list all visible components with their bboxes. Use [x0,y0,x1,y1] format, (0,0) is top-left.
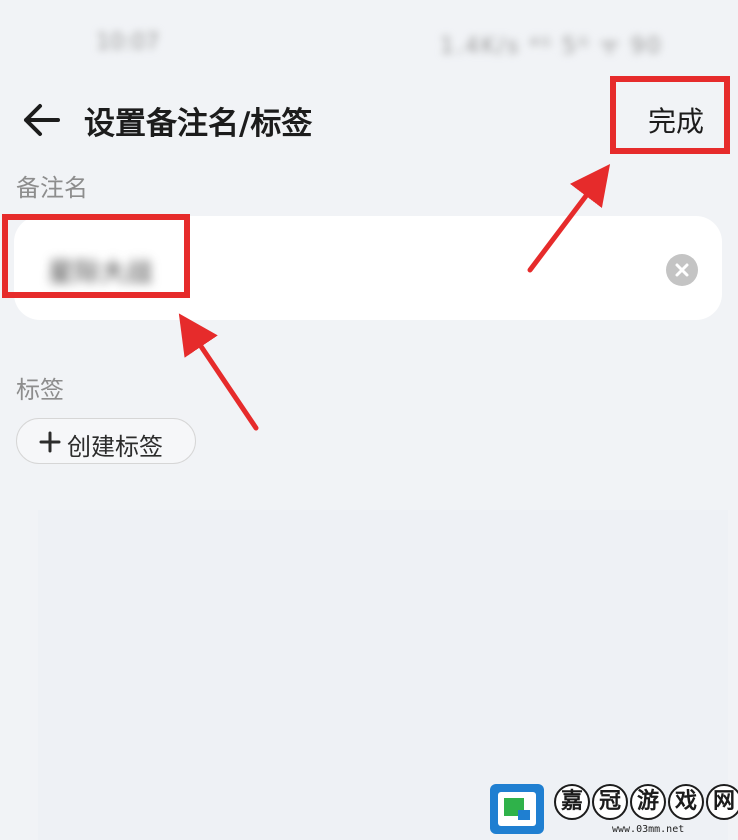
back-arrow-icon [24,104,60,136]
create-tag-button[interactable]: 创建标签 [16,418,196,464]
watermark-char: 网 [706,784,738,820]
plus-icon [39,431,61,453]
remark-name-value[interactable]: 星际大战 [48,252,152,289]
watermark-char: 冠 [592,784,628,820]
status-bar: 10:07 1.4K/s ⁴ᴳ 5ᴳ ᯤ 90 [0,0,738,80]
page-title: 设置备注名/标签 [84,106,313,142]
done-button[interactable]: 完成 [648,100,704,140]
site-logo-icon [490,784,544,834]
watermark-char: 游 [630,784,666,820]
tag-section-label: 标签 [16,376,64,404]
watermark-chars: 嘉 冠 游 戏 网 [554,784,738,820]
watermark-url: www.03mm.net [612,824,685,835]
status-time: 10:07 [96,30,160,55]
watermark: 嘉 冠 游 戏 网 www.03mm.net [488,778,738,840]
clear-circle-icon [675,263,689,277]
clear-button[interactable] [666,254,698,286]
create-tag-label: 创建标签 [67,433,163,461]
header: 设置备注名/标签 完成 [0,80,738,160]
status-icons: 1.4K/s ⁴ᴳ 5ᴳ ᯤ 90 [440,34,663,59]
back-button[interactable] [18,96,66,144]
remark-section-label: 备注名 [16,174,88,202]
watermark-char: 嘉 [554,784,590,820]
watermark-char: 戏 [668,784,704,820]
arrow-to-remark [178,313,259,431]
remark-name-field[interactable]: 星际大战 [14,216,722,320]
